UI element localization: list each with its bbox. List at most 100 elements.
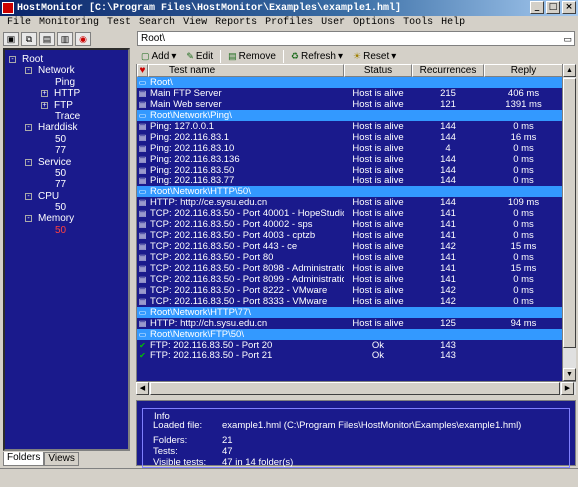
collapse-icon[interactable]: -	[25, 67, 32, 75]
paste-icon[interactable]: ▤	[39, 32, 55, 46]
table-row[interactable]: ▤ Main Web server Host is alive 121 1391 ms	[137, 99, 562, 110]
tree-item[interactable]: 77	[5, 145, 128, 156]
folder-row[interactable]: ▭ Root\Network\Ping\	[137, 109, 562, 121]
table-row[interactable]: ▤ TCP: 202.116.83.50 - Port 8222 - VMware…	[137, 285, 562, 296]
delete-icon[interactable]: ▥	[57, 32, 73, 46]
scroll-right-icon[interactable]: ▶	[561, 382, 574, 395]
tree-item[interactable]: Trace	[5, 111, 128, 122]
path-value: Root\	[141, 33, 165, 44]
menu-view[interactable]: View	[179, 16, 211, 30]
expand-icon[interactable]: +	[41, 90, 48, 98]
menu-user[interactable]: User	[317, 16, 349, 30]
status-cell: Host is alive	[352, 164, 404, 176]
close-button[interactable]: ×	[562, 1, 576, 14]
column-test-name[interactable]: Test name	[148, 64, 344, 77]
test-name-cell: Main FTP Server	[150, 87, 222, 99]
table-row[interactable]: ▤ TCP: 202.116.83.50 - Port 8098 - Admini…	[137, 263, 562, 274]
table-row[interactable]: ▤ TCP: 202.116.83.50 - Port 4003 - cptzb H…	[137, 230, 562, 241]
new-folder-icon[interactable]: ▣	[3, 32, 19, 46]
table-row[interactable]: ▤ TCP: 202.116.83.50 - Port 8099 - Admini…	[137, 274, 562, 285]
folder-row[interactable]: ▭ Root\Network\HTTP\50\	[137, 186, 562, 198]
tree-item[interactable]: - Memory	[5, 213, 128, 224]
copy-icon[interactable]: ⧉	[21, 32, 37, 46]
menu-tools[interactable]: Tools	[399, 16, 437, 30]
table-row[interactable]: ▤ TCP: 202.116.83.50 - Port 80 Host is ali…	[137, 252, 562, 263]
collapse-icon[interactable]: -	[25, 192, 32, 200]
hscroll-thumb[interactable]	[150, 382, 560, 395]
tree-item[interactable]: 50	[5, 134, 128, 145]
tree-item[interactable]: 77	[5, 179, 128, 190]
folder-row[interactable]: ▭ Root\Network\FTP\50\	[137, 328, 562, 340]
table-row[interactable]: ▤ Ping: 202.116.83.10 Host is alive 4 0 ms	[137, 143, 562, 154]
menu-file[interactable]: File	[3, 16, 35, 30]
maximize-button[interactable]: □	[546, 1, 560, 14]
table-row[interactable]: ▤ Ping: 127.0.0.1 Host is alive 144 0 ms	[137, 121, 562, 132]
folder-row[interactable]: ▭ Root\Network\HTTP\77\	[137, 306, 562, 318]
tree-item[interactable]: + FTP	[5, 100, 128, 111]
table-row[interactable]: ✔ FTP: 202.116.83.50 - Port 21 Ok 143	[137, 350, 562, 361]
tree-item-label: Trace	[55, 110, 81, 122]
collapse-icon[interactable]: -	[9, 56, 16, 63]
table-row[interactable]: ▤ HTTP: http://ch.sysu.edu.cn Host is aliv…	[137, 318, 562, 329]
tree-item[interactable]: - CPU	[5, 191, 128, 202]
refresh-button[interactable]: ♻ Refresh ▾	[288, 51, 346, 62]
collapse-icon[interactable]: -	[25, 215, 32, 223]
tab-folders[interactable]: Folders	[3, 452, 45, 466]
scroll-up-icon[interactable]: ▲	[563, 64, 576, 77]
table-row[interactable]: ✔ FTP: 202.116.83.50 - Port 20 Ok 143	[137, 340, 562, 351]
tree-item[interactable]: Ping	[5, 77, 128, 88]
tree-item[interactable]: - Harddisk	[5, 122, 128, 133]
menu-help[interactable]: Help	[437, 16, 469, 30]
table-row[interactable]: ▤ Ping: 202.116.83.77 Host is alive 144 0 ms	[137, 175, 562, 186]
table-row[interactable]: ▤ HTTP: http://ce.sysu.edu.cn Host is aliv…	[137, 197, 562, 208]
scroll-down-icon[interactable]: ▼	[563, 368, 576, 381]
info-panel: Info Loaded file: example1.hml (C:\Progr…	[136, 400, 576, 468]
minimize-button[interactable]: _	[530, 1, 544, 14]
tree-item[interactable]: - Root	[5, 54, 128, 65]
table-row[interactable]: ▤ Ping: 202.116.83.136 Host is alive 144 0 m…	[137, 154, 562, 165]
menu-monitoring[interactable]: Monitoring	[35, 16, 103, 30]
column-recurrences[interactable]: Recurrences	[412, 64, 484, 77]
collapse-icon[interactable]: -	[25, 158, 32, 166]
vertical-scrollbar[interactable]: ▲ ▼	[562, 64, 576, 381]
table-row[interactable]: ▤ Ping: 202.116.83.50 Host is alive 144 0 ms	[137, 165, 562, 176]
horizontal-scrollbar[interactable]: ◀ ▶	[136, 381, 576, 395]
path-field[interactable]: Root\ ▭	[137, 31, 575, 46]
tree-item[interactable]: - Network	[5, 65, 128, 76]
menu-reports[interactable]: Reports	[211, 16, 261, 30]
edit-button[interactable]: ✎ Edit	[183, 51, 216, 62]
menu-options[interactable]: Options	[349, 16, 399, 30]
expand-icon[interactable]: +	[41, 101, 48, 109]
menu-search[interactable]: Search	[135, 16, 179, 30]
recurrences-cell: 142	[440, 295, 456, 307]
recurrences-cell	[412, 307, 484, 318]
tab-views[interactable]: Views	[44, 452, 79, 466]
tree-item[interactable]: 50	[5, 225, 128, 236]
scroll-thumb[interactable]	[563, 78, 576, 348]
add-button[interactable]: ▢ Add ▾	[138, 51, 179, 62]
table-row[interactable]: ▤ Main FTP Server Host is alive 215 406 ms	[137, 88, 562, 99]
column-status[interactable]: Status	[344, 64, 412, 77]
menu-profiles[interactable]: Profiles	[261, 16, 317, 30]
column-reply[interactable]: Reply	[484, 64, 562, 77]
table-row[interactable]: ▤ TCP: 202.116.83.50 - Port 40002 - sps Ho…	[137, 219, 562, 230]
remove-button[interactable]: ▤ Remove	[225, 51, 279, 62]
table-row[interactable]: ▤ TCP: 202.116.83.50 - Port 443 - ce Host …	[137, 241, 562, 252]
menu-test[interactable]: Test	[103, 16, 135, 30]
table-row[interactable]: ▤ Ping: 202.116.83.1 Host is alive 144 16 ms	[137, 132, 562, 143]
browse-icon[interactable]: ▭	[563, 33, 572, 46]
folder-row[interactable]: ▭ Root\	[137, 77, 562, 88]
recurrences-cell: 143	[440, 339, 456, 351]
reset-button[interactable]: ☀ Reset ▾	[350, 51, 399, 62]
collapse-icon[interactable]: -	[25, 124, 32, 132]
table-row[interactable]: ▤ TCP: 202.116.83.50 - Port 8333 - VMware…	[137, 296, 562, 307]
table-row[interactable]: ▤ TCP: 202.116.83.50 - Port 40001 - HopeS…	[137, 208, 562, 219]
tree-item[interactable]: 50	[5, 168, 128, 179]
globe-icon[interactable]: ◉	[75, 32, 91, 46]
status-sort-icon[interactable]: ♥	[137, 64, 148, 77]
tree-item[interactable]: + HTTP	[5, 88, 128, 99]
scroll-left-icon[interactable]: ◀	[136, 382, 149, 395]
tree-item[interactable]: - Service	[5, 157, 128, 168]
status-cell: Host is alive	[352, 295, 404, 307]
tree-item[interactable]: 50	[5, 202, 128, 213]
